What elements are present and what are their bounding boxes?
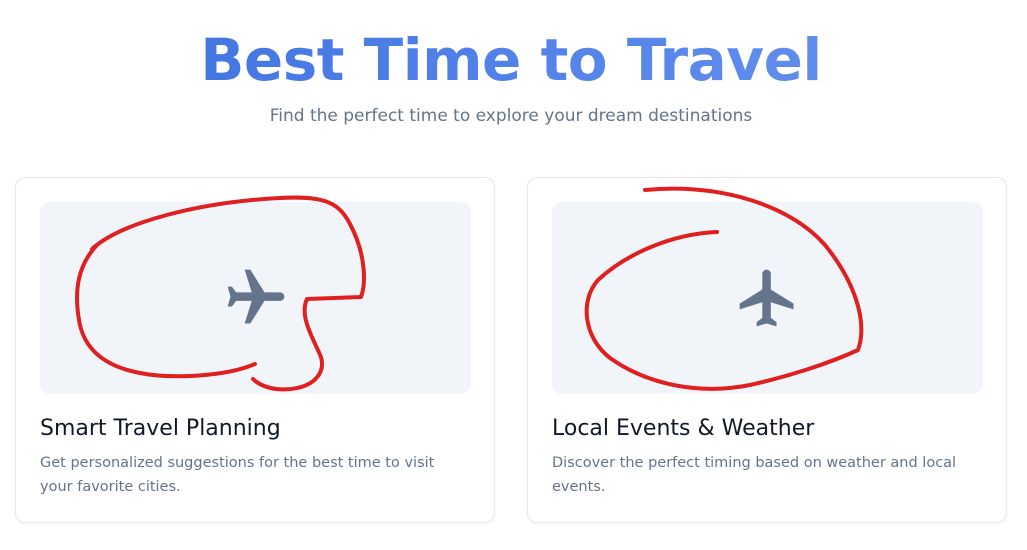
- feature-card-local-events-weather: Local Events & Weather Discover the perf…: [527, 177, 1007, 523]
- airplane-icon: [227, 269, 284, 324]
- feature-card-image: [40, 202, 471, 394]
- airplane-icon: [739, 269, 793, 327]
- page-subtitle: Find the perfect time to explore your dr…: [269, 106, 753, 126]
- feature-card-description: Discover the perfect timing based on wea…: [552, 455, 957, 495]
- page: Best Time to Travel Find the perfect tim…: [0, 0, 1027, 550]
- feature-card-image: [552, 202, 983, 394]
- feature-card-title: Local Events & Weather: [552, 416, 815, 441]
- feature-card-title: Smart Travel Planning: [40, 416, 281, 441]
- page-title: Best Time to Travel: [0, 26, 1022, 94]
- feature-card-smart-travel-planning: Smart Travel Planning Get personalized s…: [15, 177, 495, 523]
- feature-card-description: Get personalized suggestions for the bes…: [40, 455, 435, 495]
